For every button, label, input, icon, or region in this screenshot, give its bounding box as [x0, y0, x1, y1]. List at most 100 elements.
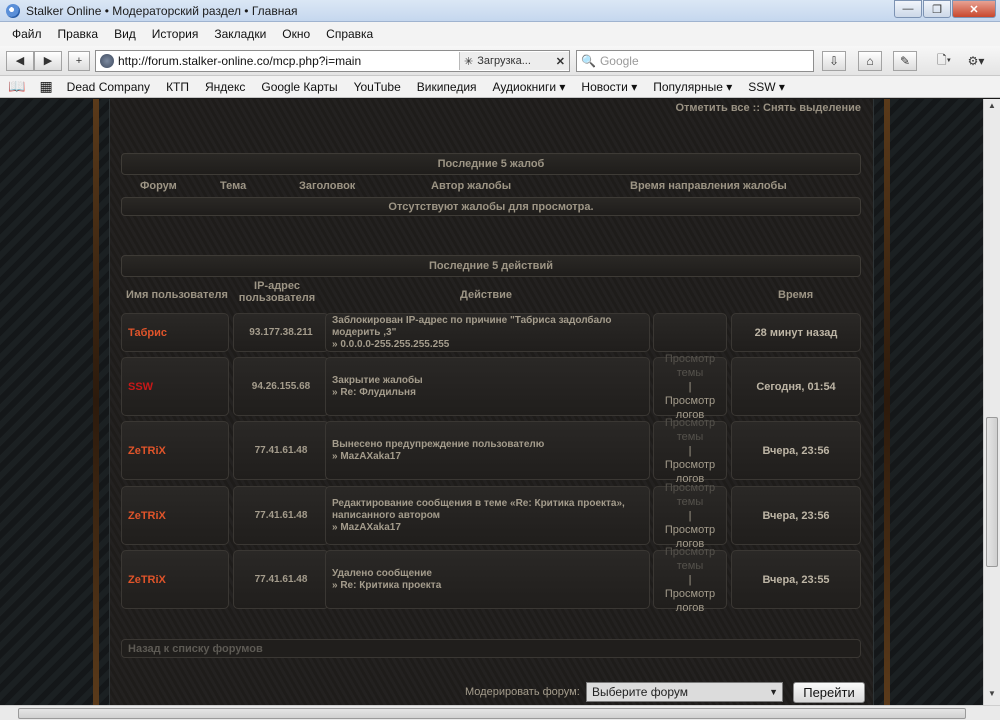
- menu-bookmarks[interactable]: Закладки: [206, 27, 274, 41]
- mark-all-links[interactable]: Отметить все :: Снять выделение: [675, 102, 861, 114]
- bookmark-audiobooks[interactable]: Аудиокниги ▾: [493, 80, 566, 94]
- username-link[interactable]: SSW: [128, 381, 153, 393]
- table-row-4-user[interactable]: ZeTRiX: [121, 486, 229, 545]
- table-row-5-links: Просмотр темы | Просмотр логов: [653, 546, 727, 614]
- vertical-scrollbar[interactable]: ▲ ▼: [983, 99, 1000, 705]
- table-row-2-links: Просмотр темы | Просмотр логов: [653, 353, 727, 421]
- settings-button[interactable]: ⚙▾: [964, 51, 988, 71]
- moderate-forum-label: Модерировать форум:: [465, 686, 580, 698]
- stop-icon[interactable]: ✕: [556, 55, 565, 68]
- forum-select[interactable]: Выберите форум ▼: [586, 682, 783, 702]
- table-row-3-links: Просмотр темы | Просмотр логов: [653, 417, 727, 485]
- action-text: Заблокирован IP-адрес по причине "Табрис…: [332, 314, 612, 338]
- menu-window[interactable]: Окно: [274, 27, 318, 41]
- bookmark-yandex[interactable]: Яндекс: [205, 80, 245, 94]
- forum-content: Отметить все :: Снять выделение Последни…: [110, 99, 873, 705]
- menu-file[interactable]: Файл: [4, 27, 50, 41]
- maximize-button[interactable]: ❐: [923, 0, 951, 18]
- search-input[interactable]: Google: [600, 54, 639, 68]
- back-button[interactable]: ◀: [6, 50, 34, 71]
- table-row-2-user[interactable]: SSW: [121, 357, 229, 416]
- table-row-1-action: Заблокирован IP-адрес по причине "Табрис…: [325, 313, 650, 352]
- table-row-5-time: Вчера, 23:55: [731, 550, 861, 609]
- table-row-5-ip: 77.41.61.48: [233, 550, 329, 609]
- edit-button[interactable]: ✎: [893, 51, 917, 71]
- reports-panel-title: Последние 5 жалоб: [121, 153, 861, 175]
- menu-bar: Файл Правка Вид История Закладки Окно Сп…: [0, 22, 1000, 46]
- window-titlebar: Stalker Online • Модераторский раздел • …: [0, 0, 1000, 22]
- view-topic-link[interactable]: Просмотр темы: [654, 416, 726, 444]
- link-separator: |: [688, 380, 692, 393]
- table-row-1-ip: 93.177.38.211: [233, 313, 329, 352]
- username-link[interactable]: ZeTRiX: [128, 445, 166, 457]
- add-bookmark-button[interactable]: +: [68, 50, 90, 71]
- username-link[interactable]: ZeTRiX: [128, 574, 166, 586]
- view-topic-link[interactable]: Просмотр темы: [654, 352, 726, 380]
- gear-icon: ⚙▾: [967, 54, 985, 68]
- loading-text: Загрузка...: [477, 55, 531, 67]
- menu-history[interactable]: История: [144, 27, 207, 41]
- actions-header-time: Время: [778, 289, 814, 301]
- table-row-4-ip: 77.41.61.48: [233, 486, 329, 545]
- table-row-5-user[interactable]: ZeTRiX: [121, 550, 229, 609]
- bookmark-popular[interactable]: Популярные ▾: [653, 80, 732, 94]
- spinner-icon: ✳: [464, 55, 474, 68]
- username-link[interactable]: ZeTRiX: [128, 510, 166, 522]
- action-text: Закрытие жалобы: [332, 374, 423, 386]
- table-row-1-user[interactable]: Табрис: [121, 313, 229, 352]
- go-button[interactable]: Перейти: [793, 682, 865, 703]
- grid-icon[interactable]: ▦: [39, 78, 52, 95]
- address-input[interactable]: http://forum.stalker-online.co/mcp.php?i…: [118, 54, 459, 68]
- table-row-2-time: Сегодня, 01:54: [731, 357, 861, 416]
- search-icon: 🔍: [581, 54, 596, 68]
- action-text: Редактирование сообщения в теме «Re: Кри…: [332, 497, 625, 521]
- address-bar[interactable]: http://forum.stalker-online.co/mcp.php?i…: [95, 50, 570, 72]
- search-box[interactable]: 🔍 Google: [576, 50, 814, 72]
- bookmark-youtube[interactable]: YouTube: [354, 80, 401, 94]
- reports-empty-message: Отсутствуют жалобы для просмотра.: [121, 197, 861, 216]
- menu-help[interactable]: Справка: [318, 27, 381, 41]
- download-icon: ⇩: [828, 54, 840, 68]
- bookmark-ssw[interactable]: SSW ▾: [748, 80, 785, 94]
- reports-header-author: Автор жалобы: [431, 180, 512, 192]
- table-row-3-time: Вчера, 23:56: [731, 421, 861, 480]
- username-link[interactable]: Табрис: [128, 327, 167, 339]
- minimize-button[interactable]: —: [894, 0, 922, 18]
- action-detail: » MazAXaka17: [332, 521, 401, 533]
- actions-panel-title: Последние 5 действий: [121, 255, 861, 277]
- scroll-up-icon[interactable]: ▲: [986, 101, 998, 115]
- table-row-1-links: [653, 313, 727, 352]
- view-topic-link[interactable]: Просмотр темы: [654, 545, 726, 573]
- pencil-icon: ✎: [899, 54, 911, 68]
- bookmark-google-maps[interactable]: Google Карты: [261, 80, 337, 94]
- back-arrow-icon: ◀: [15, 55, 25, 67]
- menu-view[interactable]: Вид: [106, 27, 144, 41]
- action-text: Удалено сообщение: [332, 567, 432, 579]
- bookmark-ktp[interactable]: КТП: [166, 80, 189, 94]
- view-topic-link[interactable]: Просмотр темы: [654, 481, 726, 509]
- toolbar-download-button[interactable]: ⇩: [822, 51, 846, 71]
- bookmark-dead-company[interactable]: Dead Company: [67, 80, 150, 94]
- scroll-down-icon[interactable]: ▼: [986, 689, 998, 703]
- plus-icon: +: [75, 54, 83, 67]
- view-logs-link[interactable]: Просмотр логов: [654, 587, 726, 615]
- page-menu-button[interactable]: 🗋▾: [932, 51, 956, 71]
- bookmark-wikipedia[interactable]: Википедия: [417, 80, 477, 94]
- vertical-scroll-thumb[interactable]: [986, 417, 998, 567]
- back-to-forums-link[interactable]: Назад к списку форумов: [121, 639, 861, 658]
- close-button[interactable]: ✕: [952, 0, 996, 18]
- reports-header-topic: Тема: [220, 180, 247, 192]
- action-detail: » Re: Критика проекта: [332, 579, 442, 591]
- table-row-3-user[interactable]: ZeTRiX: [121, 421, 229, 480]
- decorative-frame-right: [873, 99, 983, 705]
- horizontal-scroll-thumb[interactable]: [18, 708, 966, 719]
- decorative-frame-left: [0, 99, 110, 705]
- page-icon: 🗋▾: [936, 52, 952, 67]
- horizontal-scrollbar[interactable]: [0, 705, 1000, 720]
- home-button[interactable]: ⌂: [858, 51, 882, 71]
- reader-icon[interactable]: 📖: [8, 78, 25, 95]
- bookmark-news[interactable]: Новости ▾: [581, 80, 637, 94]
- forward-button[interactable]: ▶: [34, 50, 62, 71]
- table-row-5-action: Удалено сообщение » Re: Критика проекта: [325, 550, 650, 609]
- menu-edit[interactable]: Правка: [50, 27, 107, 41]
